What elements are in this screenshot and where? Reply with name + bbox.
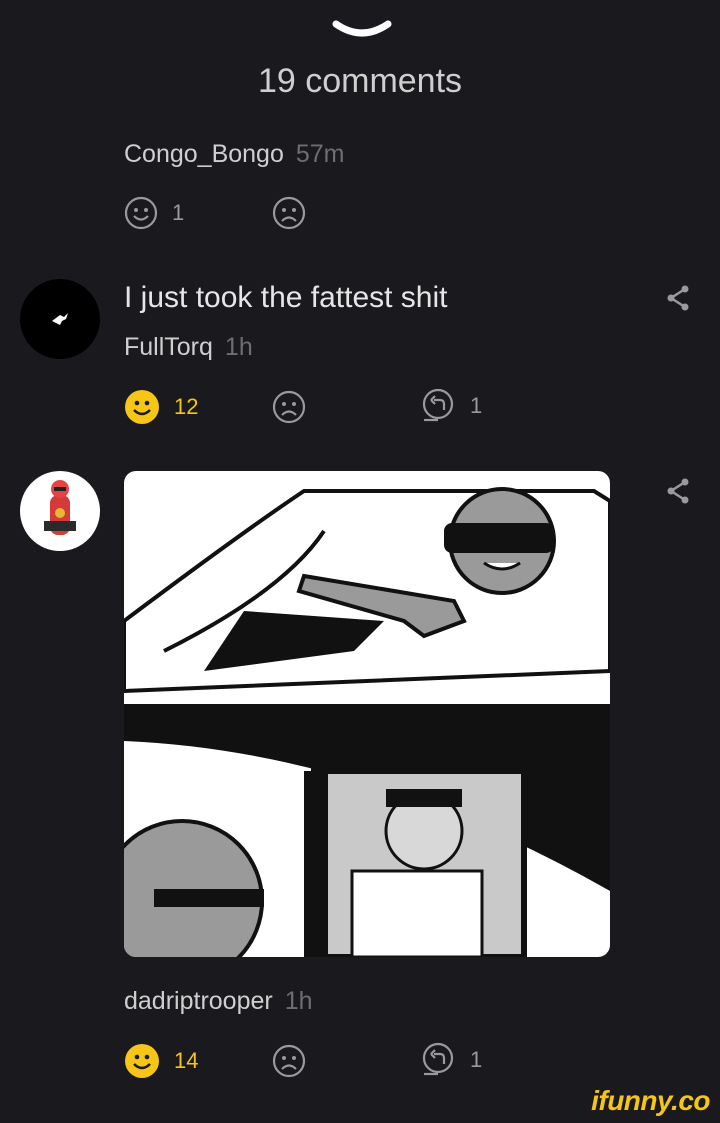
comment-time: 1h	[284, 987, 313, 1015]
avatar[interactable]	[20, 471, 100, 551]
smile-count: 12	[174, 394, 199, 419]
comment-author[interactable]: FullTorq	[124, 333, 213, 361]
smile-button[interactable]: 14	[124, 1043, 198, 1079]
smile-button[interactable]: 12	[124, 389, 198, 425]
reply-button[interactable]: 1	[420, 1042, 482, 1078]
comments-count-title: 19 comments	[257, 62, 463, 100]
smile-icon	[125, 1044, 159, 1078]
comment-image[interactable]	[124, 471, 610, 957]
reply-icon	[422, 388, 454, 422]
smile-button[interactable]: 1	[124, 196, 184, 230]
avatar[interactable]	[20, 279, 100, 359]
comic-illustration	[124, 471, 610, 957]
share-icon[interactable]	[663, 476, 693, 506]
share-icon[interactable]	[663, 283, 693, 313]
chevron-down-icon[interactable]	[330, 18, 394, 42]
reply-button[interactable]: 1	[420, 388, 482, 424]
reply-icon	[422, 1042, 454, 1076]
smile-count: 14	[174, 1048, 199, 1073]
comment-author[interactable]: dadriptrooper	[124, 987, 273, 1015]
comment-time: 57m	[295, 140, 345, 168]
frown-icon[interactable]	[272, 196, 306, 230]
smile-icon	[124, 196, 158, 230]
frown-icon[interactable]	[272, 390, 306, 424]
comment-time: 1h	[224, 333, 253, 361]
comment-author-line: Congo_Bongo 57m	[124, 140, 345, 169]
avatar-figure	[44, 480, 76, 535]
comment-text: I just took the fattest shit	[124, 281, 448, 314]
frown-icon[interactable]	[272, 1044, 306, 1078]
comment-author-line: dadriptrooper 1h	[124, 987, 313, 1016]
horse-logo-icon	[52, 313, 68, 325]
reply-count: 1	[470, 1047, 483, 1072]
reply-count: 1	[470, 393, 483, 418]
comment-author-line: FullTorq 1h	[124, 333, 253, 362]
comment-author[interactable]: Congo_Bongo	[124, 140, 284, 168]
smile-icon	[125, 390, 159, 424]
smile-count: 1	[172, 200, 185, 225]
watermark: ifunny.co	[591, 1085, 710, 1116]
